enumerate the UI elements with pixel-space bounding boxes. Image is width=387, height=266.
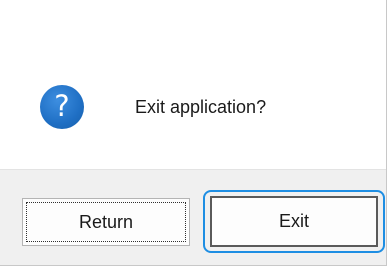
exit-button-label: Exit [278, 211, 309, 231]
exit-button[interactable]: Exit [210, 196, 378, 247]
return-button-label: Return [78, 211, 134, 232]
question-mark-glyph: ? [54, 88, 70, 123]
dialog-button-bar: Return Exit [0, 169, 386, 265]
dialog-content: ? Exit application? [0, 0, 386, 169]
dialog-message: Exit application? [135, 97, 267, 117]
exit-confirmation-dialog: ? Exit application? Return Exit [0, 0, 387, 266]
question-icon: ? [40, 85, 84, 129]
exit-button-focus-ring: Exit [203, 190, 385, 253]
return-button[interactable]: Return [22, 198, 190, 246]
